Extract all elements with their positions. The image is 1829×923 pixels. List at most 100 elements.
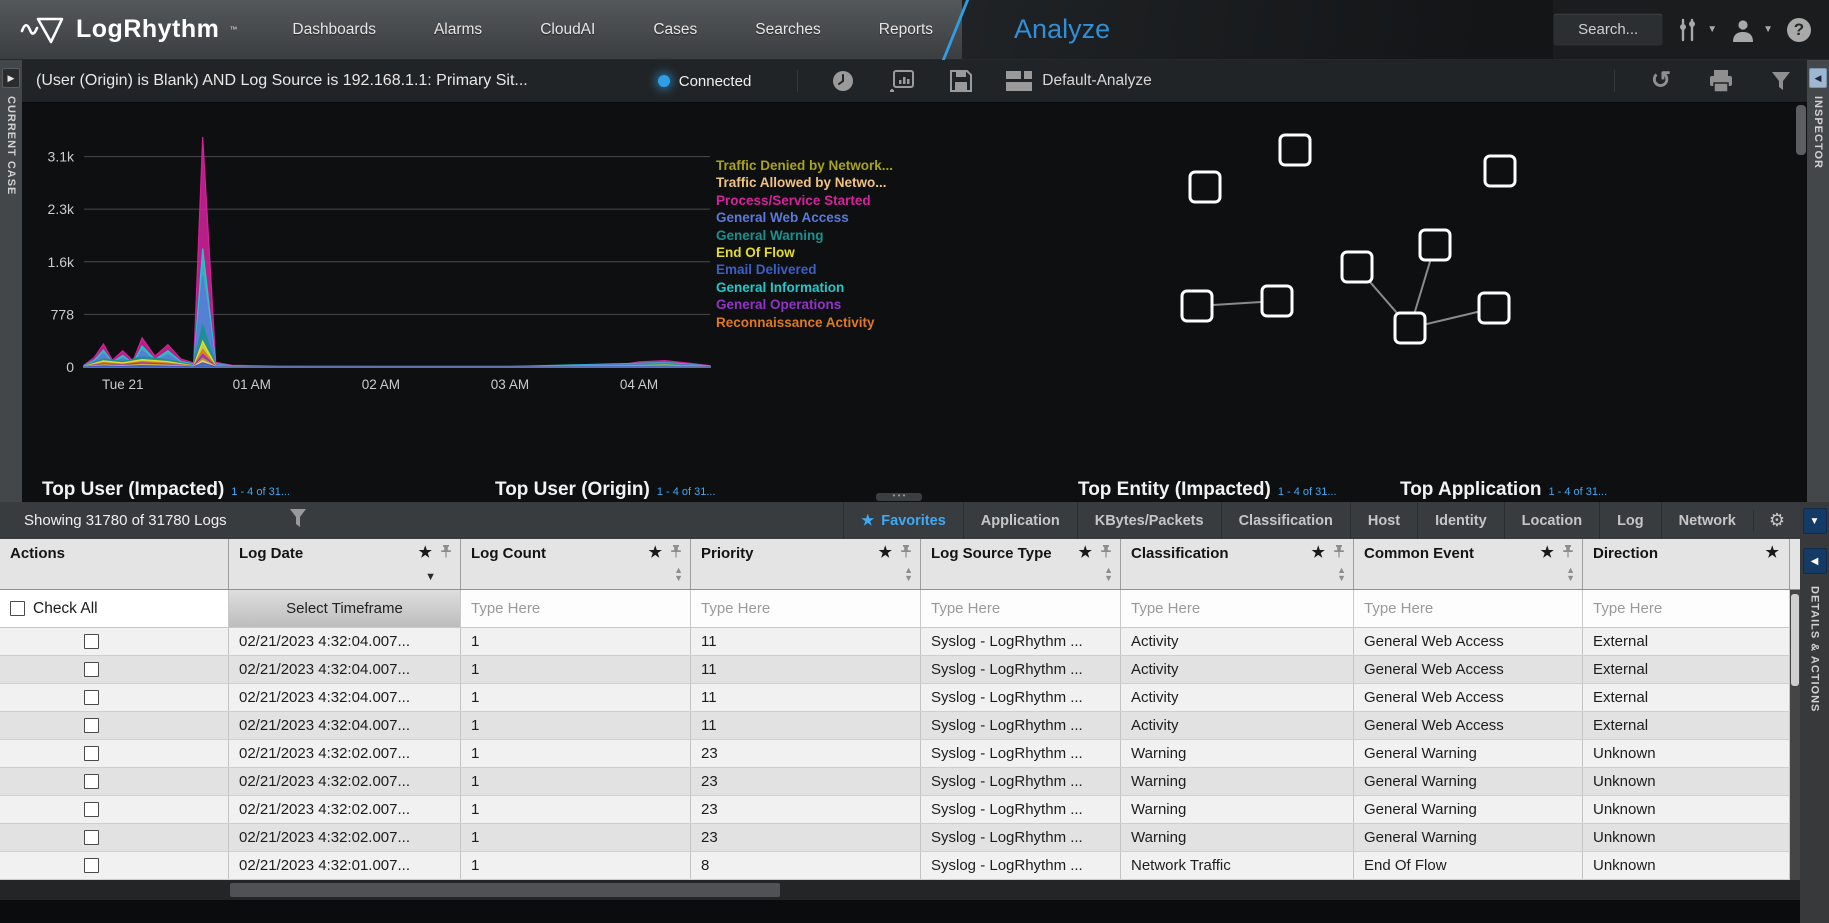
filter-placeholder[interactable]: Type Here <box>701 600 770 617</box>
column-header-actions[interactable]: Actions <box>0 539 229 589</box>
row-checkbox[interactable] <box>84 802 99 817</box>
sort-arrows-icon[interactable]: ▲▼ <box>1104 566 1113 582</box>
table-vertical-scrollbar-thumb[interactable] <box>1791 594 1799 686</box>
search-button[interactable]: Search... <box>1553 13 1663 46</box>
legend-item[interactable]: General Operations <box>716 298 893 312</box>
legend-item[interactable]: General Web Access <box>716 211 893 225</box>
help-icon[interactable]: ? <box>1787 18 1811 42</box>
column-header-log-date[interactable]: Log Date★▼ <box>229 539 461 589</box>
column-header-log-count[interactable]: Log Count★▲▼ <box>461 539 691 589</box>
logrhythm-logo[interactable]: LogRhythm ™ <box>0 0 263 59</box>
row-checkbox[interactable] <box>84 746 99 761</box>
filter-placeholder[interactable]: Type Here <box>931 600 1000 617</box>
check-all-checkbox[interactable] <box>10 601 25 616</box>
sort-arrows-icon[interactable]: ▲▼ <box>1337 566 1346 582</box>
pin-icon[interactable] <box>670 545 682 562</box>
graph-node[interactable] <box>1479 293 1509 323</box>
tab-network[interactable]: Network <box>1661 502 1753 539</box>
nav-item-dashboards[interactable]: Dashboards <box>263 0 405 59</box>
row-checkbox[interactable] <box>84 634 99 649</box>
column-header-log-source-type[interactable]: Log Source Type★▲▼ <box>921 539 1121 589</box>
tab-location[interactable]: Location <box>1504 502 1599 539</box>
table-row[interactable]: 02/21/2023 4:32:02.007...123Syslog - Log… <box>0 824 1800 852</box>
table-row[interactable]: 02/21/2023 4:32:01.007...18Syslog - LogR… <box>0 852 1800 880</box>
inspector-collapse-icon[interactable]: ◀ <box>1809 68 1827 88</box>
favorite-star-icon[interactable]: ★ <box>1312 544 1325 561</box>
graph-node[interactable] <box>1420 230 1450 260</box>
details-collapse-icon[interactable]: ◀ <box>1803 548 1827 574</box>
row-checkbox[interactable] <box>84 830 99 845</box>
favorite-star-icon[interactable]: ★ <box>419 544 432 561</box>
layout-selector[interactable]: Default-Analyze <box>1006 71 1151 91</box>
details-actions-label[interactable]: DETAILS & ACTIONS <box>1809 586 1821 712</box>
favorite-star-icon[interactable]: ★ <box>649 544 662 561</box>
tab-classification[interactable]: Classification <box>1221 502 1350 539</box>
graph-node[interactable] <box>1485 156 1515 186</box>
favorite-star-icon[interactable]: ★ <box>879 544 892 561</box>
save-icon[interactable] <box>950 70 972 92</box>
pin-icon[interactable] <box>1562 545 1574 562</box>
chart-scrollbar-thumb[interactable] <box>1796 105 1806 155</box>
horizontal-scrollbar[interactable] <box>0 880 1800 900</box>
graph-node[interactable] <box>1262 286 1292 316</box>
tab-host[interactable]: Host <box>1350 502 1417 539</box>
filter-funnel-icon[interactable] <box>1771 71 1791 91</box>
print-icon[interactable] <box>1709 70 1733 92</box>
sort-arrows-icon[interactable]: ▲▼ <box>1566 566 1575 582</box>
inspector-label[interactable]: INSPECTOR <box>1812 96 1824 169</box>
legend-item[interactable]: Email Delivered <box>716 263 893 277</box>
tab-log[interactable]: Log <box>1599 502 1661 539</box>
legend-item[interactable]: General Warning <box>716 229 893 243</box>
filter-placeholder[interactable]: Type Here <box>1593 600 1662 617</box>
pin-icon[interactable] <box>1100 545 1112 562</box>
table-row[interactable]: 02/21/2023 4:32:02.007...123Syslog - Log… <box>0 768 1800 796</box>
table-row[interactable]: 02/21/2023 4:32:04.007...111Syslog - Log… <box>0 712 1800 740</box>
column-header-common-event[interactable]: Common Event★▲▼ <box>1354 539 1583 589</box>
filter-placeholder[interactable]: Type Here <box>471 600 540 617</box>
nav-item-searches[interactable]: Searches <box>726 0 849 59</box>
tab-favorites[interactable]: ★Favorites <box>843 502 962 539</box>
table-row[interactable]: 02/21/2023 4:32:04.007...111Syslog - Log… <box>0 628 1800 656</box>
logs-filter-funnel-icon[interactable] <box>289 508 307 533</box>
table-row[interactable]: 02/21/2023 4:32:02.007...123Syslog - Log… <box>0 796 1800 824</box>
row-checkbox[interactable] <box>84 774 99 789</box>
tab-kbytes-packets[interactable]: KBytes/Packets <box>1077 502 1221 539</box>
pin-icon[interactable] <box>900 545 912 562</box>
filters-sliders-icon[interactable] <box>1677 18 1699 42</box>
details-expand-down-icon[interactable]: ▼ <box>1803 508 1827 534</box>
legend-item[interactable]: Traffic Denied by Network... <box>716 159 893 173</box>
user-profile-icon[interactable] <box>1731 18 1755 42</box>
column-header-direction[interactable]: Direction★ <box>1583 539 1790 589</box>
refresh-icon[interactable]: ↺ <box>1651 71 1671 91</box>
filters-caret-icon[interactable]: ▼ <box>1707 24 1717 35</box>
legend-item[interactable]: Reconnaissance Activity <box>716 316 893 330</box>
current-case-expand-icon[interactable]: ▶ <box>2 68 20 88</box>
table-row[interactable]: 02/21/2023 4:32:04.007...111Syslog - Log… <box>0 684 1800 712</box>
time-range-icon[interactable] <box>832 70 854 92</box>
graph-node[interactable] <box>1395 313 1425 343</box>
select-timeframe-button[interactable]: Select Timeframe <box>229 590 461 627</box>
splitter-handle[interactable]: • • • <box>876 493 922 501</box>
legend-item[interactable]: End Of Flow <box>716 246 893 260</box>
tab-application[interactable]: Application <box>963 502 1077 539</box>
column-header-classification[interactable]: Classification★▲▼ <box>1121 539 1354 589</box>
legend-item[interactable]: Process/Service Started <box>716 194 893 208</box>
current-case-label[interactable]: CURRENT CASE <box>5 96 17 195</box>
table-vertical-scrollbar[interactable] <box>1790 590 1800 880</box>
graph-node[interactable] <box>1280 135 1310 165</box>
table-row[interactable]: 02/21/2023 4:32:04.007...111Syslog - Log… <box>0 656 1800 684</box>
nav-item-cloudai[interactable]: CloudAI <box>511 0 624 59</box>
sort-desc-icon[interactable]: ▼ <box>425 569 436 586</box>
pin-icon[interactable] <box>440 545 452 562</box>
grid-settings-gear-icon[interactable]: ⚙ <box>1753 510 1800 531</box>
sort-arrows-icon[interactable]: ▲▼ <box>674 566 683 582</box>
legend-item[interactable]: General Information <box>716 281 893 295</box>
tab-analyze[interactable]: Analyze Search... ▼ ▼ ? <box>962 0 1829 59</box>
favorite-star-icon[interactable]: ★ <box>1541 544 1554 561</box>
add-chart-icon[interactable] <box>890 70 914 92</box>
graph-node[interactable] <box>1342 252 1372 282</box>
nav-item-alarms[interactable]: Alarms <box>405 0 511 59</box>
legend-item[interactable]: Traffic Allowed by Netwo... <box>716 176 893 190</box>
filter-placeholder[interactable]: Type Here <box>1131 600 1200 617</box>
tab-identity[interactable]: Identity <box>1417 502 1504 539</box>
